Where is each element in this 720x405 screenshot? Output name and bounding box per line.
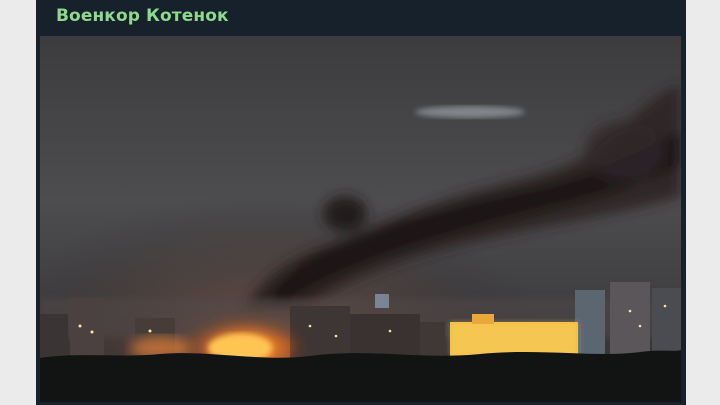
- post-photo[interactable]: [40, 36, 681, 402]
- night-fire-scene: [40, 36, 681, 402]
- light-streak: [415, 106, 525, 118]
- window-frame-right: [685, 0, 720, 405]
- channel-name[interactable]: Военкор Котенок: [56, 6, 229, 26]
- window-frame-left: [0, 0, 37, 405]
- channel-post: Военкор Котенок: [36, 0, 686, 405]
- foreground-trees: [40, 350, 681, 402]
